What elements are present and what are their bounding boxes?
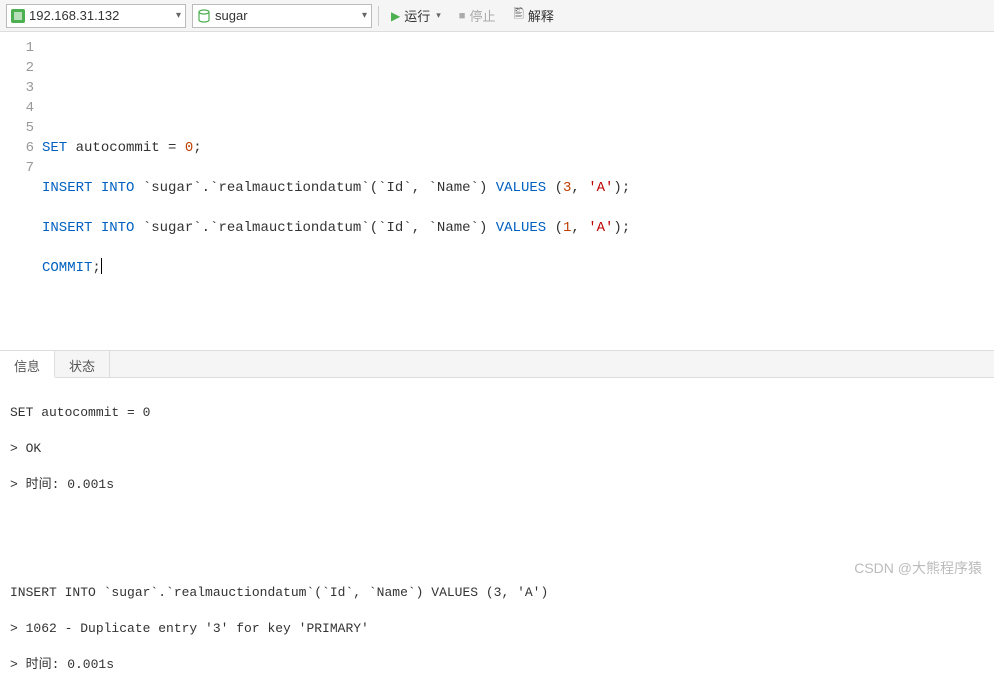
line-number: 1 (0, 38, 34, 58)
output-panel: SET autocommit = 0 > OK > 时间: 0.001s INS… (0, 378, 994, 700)
connection-icon (11, 9, 25, 23)
run-button[interactable]: ▶ 运行 ▾ (385, 4, 447, 27)
tab-status[interactable]: 状态 (55, 351, 110, 377)
sql-editor[interactable]: 1 2 3 4 5 6 7 SET autocommit = 0; INSERT… (0, 32, 994, 350)
output-line: > OK (10, 440, 984, 458)
line-number: 5 (0, 118, 34, 138)
toolbar-separator (378, 6, 379, 26)
explain-button[interactable]: 🖺 解释 (507, 3, 559, 29)
explain-label: 解释 (528, 6, 554, 25)
line-number: 7 (0, 158, 34, 178)
line-gutter: 1 2 3 4 5 6 7 (0, 32, 42, 350)
run-label: 运行 (404, 6, 430, 25)
database-value: sugar (215, 8, 358, 23)
output-line: > 1062 - Duplicate entry '3' for key 'PR… (10, 620, 984, 638)
chevron-down-icon: ▾ (176, 10, 181, 21)
output-line: > 时间: 0.001s (10, 476, 984, 494)
chevron-down-icon: ▾ (436, 10, 441, 21)
line-number: 2 (0, 58, 34, 78)
code-content[interactable]: SET autocommit = 0; INSERT INTO `sugar`.… (42, 32, 994, 350)
watermark: CSDN @大熊程序猿 (854, 558, 982, 578)
chevron-down-icon: ▾ (362, 10, 367, 21)
toolbar: 192.168.31.132 ▾ sugar ▾ ▶ 运行 ▾ ■ 停止 🖺 解… (0, 0, 994, 32)
line-number: 4 (0, 98, 34, 118)
stop-label: 停止 (469, 6, 495, 25)
stop-icon: ■ (459, 10, 466, 22)
line-number: 3 (0, 78, 34, 98)
explain-icon: 🖺 (513, 5, 523, 27)
stop-button: ■ 停止 (453, 4, 502, 27)
connection-value: 192.168.31.132 (29, 8, 172, 23)
tab-info[interactable]: 信息 (0, 351, 55, 378)
output-line: > 时间: 0.001s (10, 656, 984, 674)
database-icon (197, 9, 211, 23)
output-line: INSERT INTO `sugar`.`realmauctiondatum`(… (10, 584, 984, 602)
database-dropdown[interactable]: sugar ▾ (192, 4, 372, 28)
line-number: 6 (0, 138, 34, 158)
play-icon: ▶ (391, 9, 400, 23)
connection-dropdown[interactable]: 192.168.31.132 ▾ (6, 4, 186, 28)
output-line: SET autocommit = 0 (10, 404, 984, 422)
